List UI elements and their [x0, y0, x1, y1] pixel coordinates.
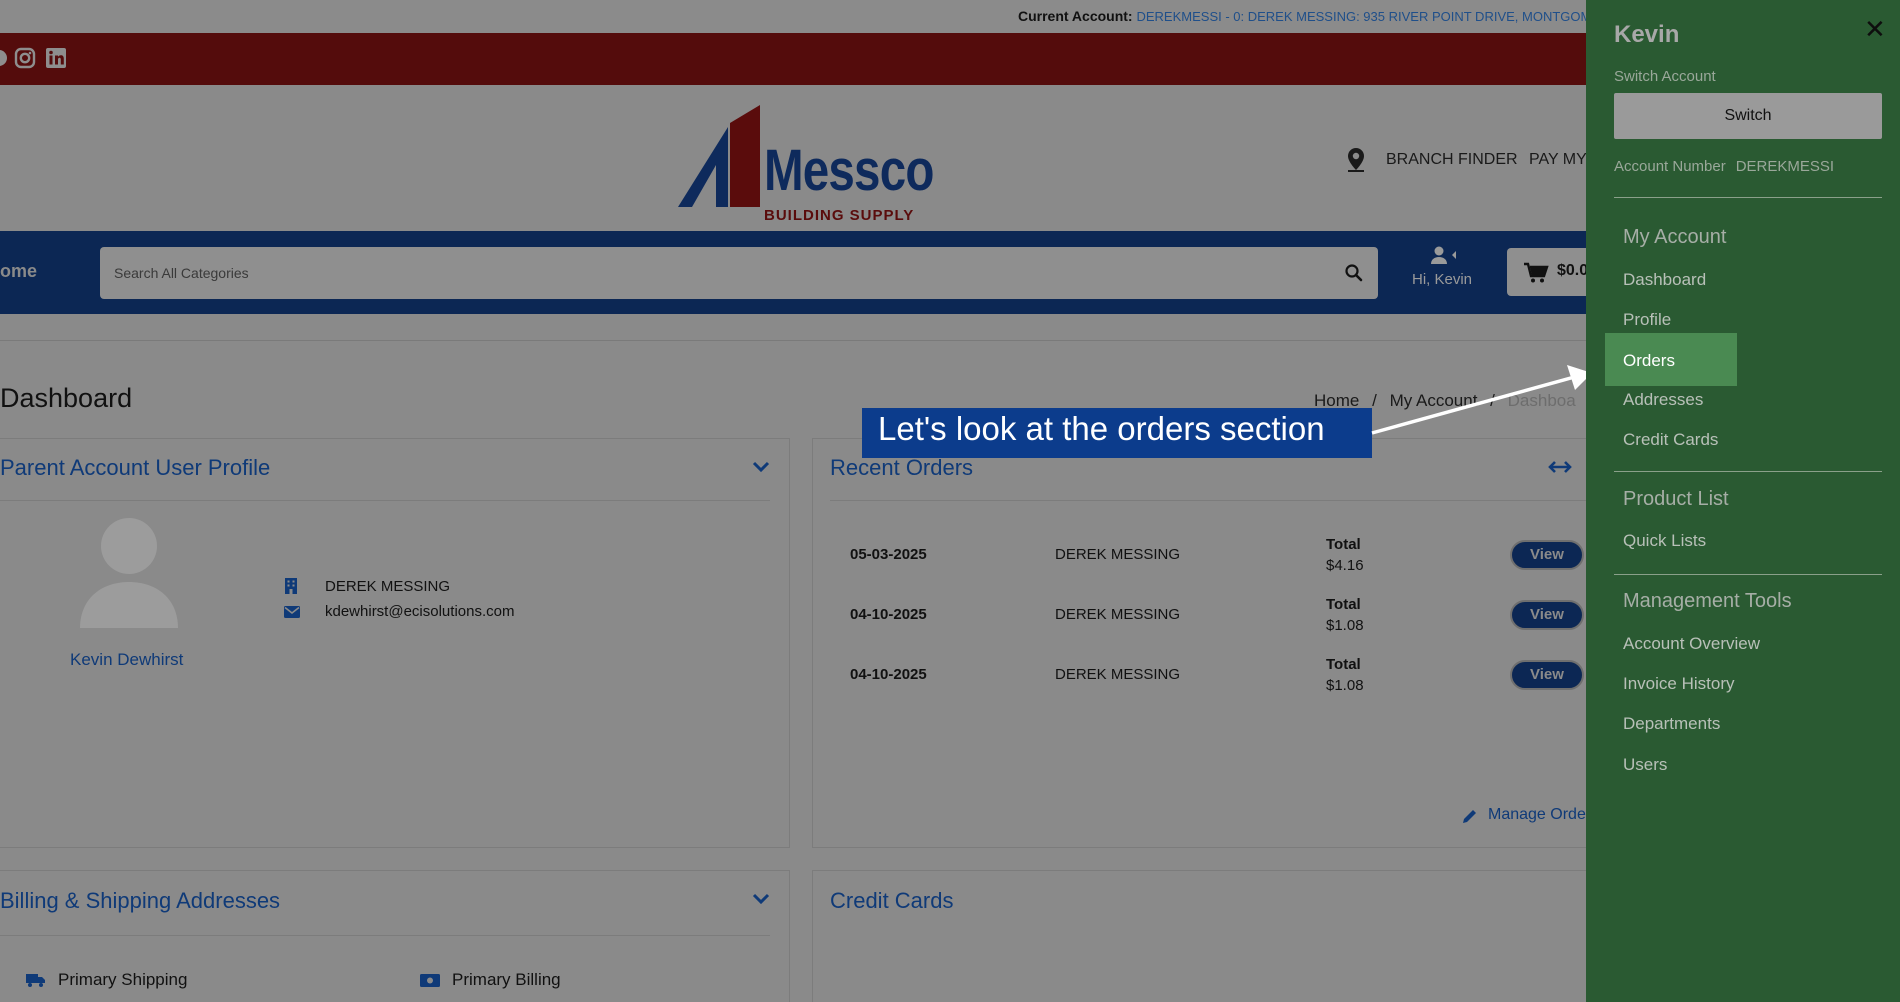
order-total-label: Total: [1326, 656, 1361, 673]
profile-card-title: Parent Account User Profile: [0, 455, 271, 480]
account-number: Account Number DEREKMESSI: [1614, 158, 1834, 175]
order-row: 04-10-2025 DEREK MESSING Total $1.08 Vie…: [850, 656, 1586, 706]
switch-account-label: Switch Account: [1614, 68, 1716, 85]
current-account-label: Current Account:: [1018, 8, 1133, 24]
order-total-value: $1.08: [1326, 677, 1364, 694]
order-date: 04-10-2025: [850, 666, 927, 683]
expand-icon[interactable]: [1548, 458, 1572, 476]
current-account-link[interactable]: DEREKMESSI - 0: DEREK MESSING: 935 RIVER…: [1136, 9, 1609, 24]
panel-username: Kevin: [1614, 21, 1680, 48]
user-icon: [1431, 246, 1456, 264]
addresses-card-title: Billing & Shipping Addresses: [0, 888, 281, 913]
linkedin-icon[interactable]: [45, 47, 67, 69]
messco-logo[interactable]: Messco BUILDING SUPPLY: [678, 105, 934, 224]
home-nav-link[interactable]: ome: [0, 261, 37, 282]
main-nav-bar: ome Hi, Kevin $0.0: [0, 231, 1597, 314]
cart-total: $0.0: [1557, 262, 1589, 279]
cart-button[interactable]: $0.0: [1507, 248, 1597, 296]
card-divider: [830, 500, 1586, 501]
close-icon[interactable]: ✕: [1864, 14, 1886, 45]
money-icon: [420, 974, 440, 987]
panel-item-account-overview[interactable]: Account Overview: [1623, 634, 1760, 654]
cart-icon: [1524, 262, 1549, 283]
card-divider: [0, 935, 770, 936]
view-order-button[interactable]: View: [1510, 540, 1584, 570]
order-row: 05-03-2025 DEREK MESSING Total $4.16 Vie…: [850, 536, 1586, 586]
primary-shipping-label: Primary Shipping: [58, 970, 188, 989]
order-customer: DEREK MESSING: [1055, 666, 1181, 683]
logo-wordmark: Messco: [764, 138, 934, 203]
panel-item-profile[interactable]: Profile: [1623, 310, 1671, 330]
profile-email: kdewhirst@ecisolutions.com: [325, 603, 515, 620]
primary-billing-label: Primary Billing: [452, 970, 561, 989]
order-total-label: Total: [1326, 536, 1361, 553]
my-account-heading[interactable]: My Account: [1623, 226, 1726, 249]
panel-divider: [1614, 574, 1882, 575]
product-list-heading[interactable]: Product List: [1623, 488, 1729, 511]
logo-subtitle: BUILDING SUPPLY: [764, 207, 915, 224]
order-date: 04-10-2025: [850, 606, 927, 623]
user-greeting: Hi, Kevin: [1411, 271, 1473, 288]
search-box: [100, 247, 1378, 299]
avatar: [80, 518, 178, 628]
profile-company: DEREK MESSING: [325, 578, 451, 595]
search-icon[interactable]: [1344, 263, 1364, 283]
page-title: Dashboard: [0, 383, 133, 413]
profile-name: Kevin Dewhirst: [70, 650, 184, 669]
truck-icon: [26, 972, 46, 988]
user-menu[interactable]: Hi, Kevin: [1400, 245, 1484, 305]
order-customer: DEREK MESSING: [1055, 546, 1181, 563]
order-total-value: $4.16: [1326, 557, 1364, 574]
management-tools-heading[interactable]: Management Tools: [1623, 590, 1792, 613]
panel-item-quick-lists[interactable]: Quick Lists: [1623, 531, 1706, 551]
switch-account-button[interactable]: Switch: [1614, 93, 1882, 139]
mail-icon: [284, 605, 300, 618]
header-logo-area: Messco BUILDING SUPPLY BRANCH FINDER PAY…: [0, 85, 1587, 231]
manage-orders-link[interactable]: Manage Orde: [1488, 806, 1586, 824]
panel-item-orders[interactable]: Orders: [1605, 333, 1737, 386]
tutorial-callout: Let's look at the orders section: [862, 408, 1372, 458]
panel-item-dashboard[interactable]: Dashboard: [1623, 270, 1706, 290]
account-number-value: DEREKMESSI: [1735, 158, 1835, 175]
panel-item-users[interactable]: Users: [1623, 755, 1667, 775]
pencil-icon: [1462, 808, 1478, 824]
social-circle-icon[interactable]: [0, 47, 10, 69]
branch-finder-link[interactable]: BRANCH FINDER: [1386, 151, 1518, 169]
panel-divider: [1614, 197, 1882, 198]
order-row: 04-10-2025 DEREK MESSING Total $1.08 Vie…: [850, 596, 1586, 646]
social-bar: [0, 33, 1586, 85]
search-input[interactable]: [114, 247, 1314, 299]
panel-item-departments[interactable]: Departments: [1623, 714, 1720, 734]
panel-item-credit-cards[interactable]: Credit Cards: [1623, 430, 1718, 450]
view-order-button[interactable]: View: [1510, 600, 1584, 630]
order-total-label: Total: [1326, 596, 1361, 613]
instagram-icon[interactable]: [14, 47, 36, 69]
order-total-value: $1.08: [1326, 617, 1364, 634]
view-order-button[interactable]: View: [1510, 660, 1584, 690]
map-pin-icon: [1346, 147, 1366, 173]
chevron-down-icon[interactable]: [752, 892, 770, 905]
section-divider: [0, 340, 1586, 341]
card-divider: [0, 500, 770, 501]
recent-orders-title: Recent Orders: [830, 455, 974, 480]
credit-cards-title: Credit Cards: [830, 888, 954, 913]
page: Current Account: DEREKMESSI - 0: DEREK M…: [0, 0, 1900, 1002]
panel-item-addresses[interactable]: Addresses: [1623, 390, 1703, 410]
account-side-panel: Kevin ✕ Switch Account Switch Account Nu…: [1586, 0, 1900, 1002]
order-customer: DEREK MESSING: [1055, 606, 1181, 623]
account-number-label: Account Number: [1614, 158, 1726, 175]
panel-divider: [1614, 471, 1882, 472]
pay-my-link[interactable]: PAY MY: [1529, 151, 1587, 169]
panel-item-invoice-history[interactable]: Invoice History: [1623, 674, 1734, 694]
callout-arrow-icon: [1371, 365, 1592, 435]
chevron-down-icon[interactable]: [752, 460, 770, 473]
order-date: 05-03-2025: [850, 546, 927, 563]
current-account-bar: Current Account: DEREKMESSI - 0: DEREK M…: [0, 0, 1609, 33]
building-icon: [284, 578, 298, 594]
